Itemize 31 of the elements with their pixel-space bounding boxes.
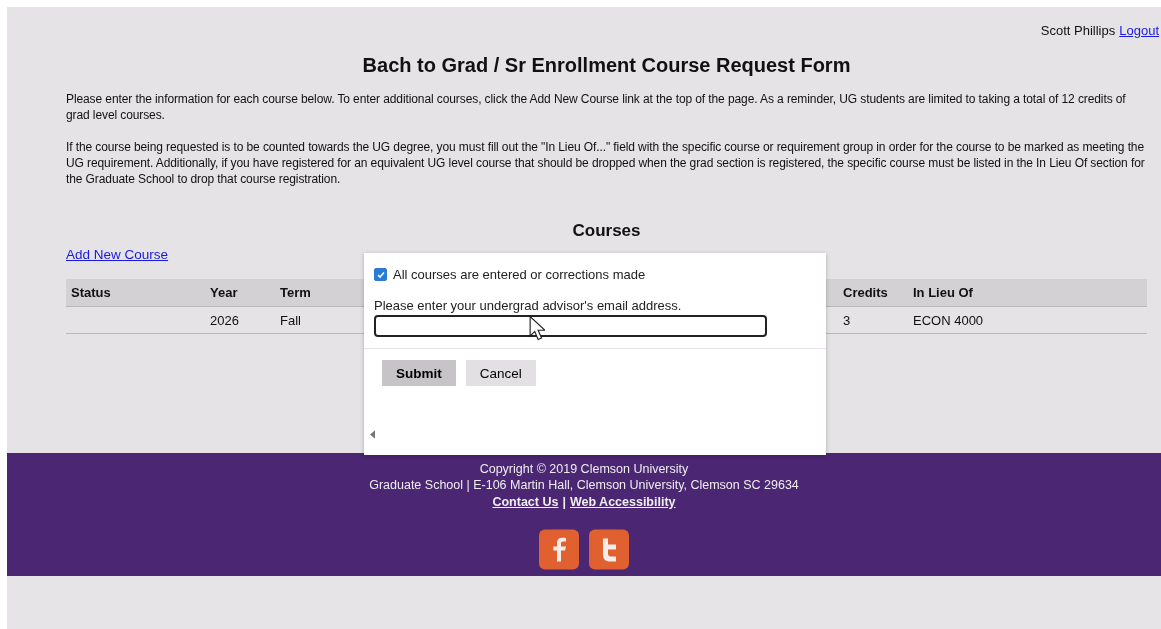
dialog-button[interactable]: Cancel bbox=[465, 360, 536, 386]
instructions-paragraph: If the course being requested is to be counted towards the UG degree, you must fill out the "In Lieu Of..." field with the specific course or requirement group in order for the course to be marked as meeting the UG requirement. Additionally, if you have registered for an equivalent UG level course that should be dropped when the grad section is registered, the specific course must be listed in the In Lieu Of section for the Graduate School to drop that course registration. bbox=[66, 139, 1146, 187]
column-header: Credits bbox=[842, 285, 889, 300]
checkbox-label: All courses are entered or corrections made bbox=[393, 267, 646, 282]
column-header: Year bbox=[209, 285, 239, 300]
section-heading: Courses bbox=[571, 221, 642, 241]
page-title: Bach to Grad / Sr Enrollment Course Request Form bbox=[361, 54, 852, 77]
scroll-left-icon[interactable] bbox=[370, 430, 375, 439]
checkbox[interactable] bbox=[374, 268, 387, 281]
table-cell-text: Fall bbox=[279, 312, 302, 328]
address-text: Graduate School | E-106 Martin Hall, Clemson University, Clemson SC 29634 bbox=[369, 477, 799, 493]
twitter-icon[interactable] bbox=[589, 529, 629, 570]
dialog-button[interactable]: Submit bbox=[382, 360, 456, 386]
column-header: Status bbox=[70, 285, 112, 300]
add-course-link[interactable]: Add New Course bbox=[66, 247, 169, 262]
logout-link[interactable]: Logout bbox=[1119, 23, 1159, 38]
table-cell-text: ECON 4000 bbox=[912, 312, 985, 328]
email-field[interactable] bbox=[374, 315, 767, 337]
column-header: In Lieu Of bbox=[912, 285, 974, 300]
accessibility-link[interactable]: Web Accessibility bbox=[569, 493, 676, 511]
separator-text: | bbox=[562, 494, 566, 511]
copyright-text: Copyright © 2019 Clemson University bbox=[479, 461, 689, 477]
table-cell-text: 2026 bbox=[209, 312, 240, 328]
instructions-paragraph: Please enter the information for each course below. To enter additional courses, click the Add New Course link at the top of the page. As a reminder, UG students are limited to taking a total of 12 credits of grad level courses. bbox=[66, 91, 1127, 123]
email-label: Please enter your undergrad advisor's email address. bbox=[374, 298, 683, 313]
column-header: Term bbox=[279, 285, 312, 300]
table-cell-text: 3 bbox=[842, 312, 852, 328]
facebook-icon[interactable] bbox=[539, 529, 579, 570]
user-name: Scott Phillips bbox=[1040, 23, 1116, 38]
contact-link[interactable]: Contact Us bbox=[492, 493, 559, 511]
mouse-cursor-icon bbox=[529, 315, 545, 341]
